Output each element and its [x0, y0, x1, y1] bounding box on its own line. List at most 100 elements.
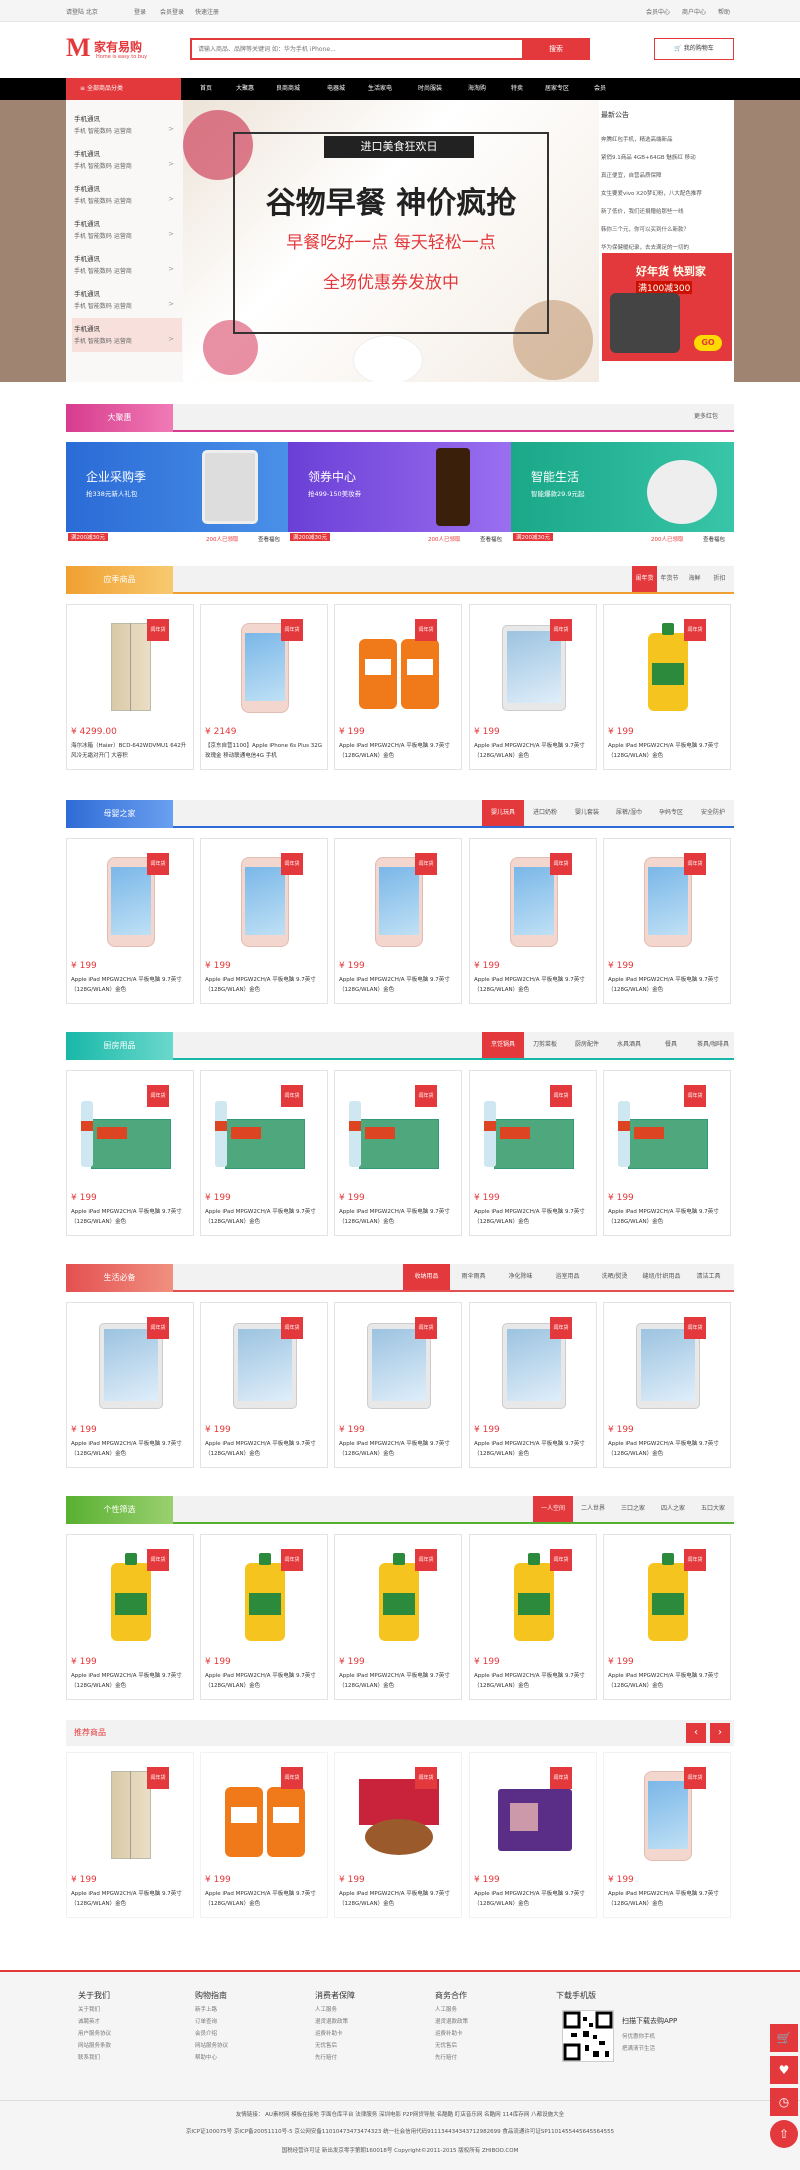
nav-item[interactable]: 海淘购 — [468, 78, 486, 100]
category-item[interactable]: 手机通讯 手机 智能数码 运营商 > — [72, 178, 182, 212]
tab-life-1[interactable]: 雨伞雨具 — [450, 1264, 497, 1290]
nav-item[interactable]: 生活家电 — [368, 78, 392, 100]
footer-link[interactable]: 订单查询 — [195, 2017, 228, 2025]
member-login-link[interactable]: 会员登录 — [160, 7, 184, 16]
tab-personal-1[interactable]: 二人世界 — [573, 1496, 613, 1522]
ad-go-button[interactable]: GO — [694, 335, 722, 351]
product-name[interactable]: Apple iPad MPGW2CH/A 平板电脑 9.7英寸（128G/WLA… — [205, 1207, 325, 1229]
nav-item[interactable]: 良商商城 — [276, 78, 300, 100]
product-name[interactable]: Apple iPad MPGW2CH/A 平板电脑 9.7英寸（128G/WLA… — [474, 1889, 594, 1911]
tab-kitchen-5[interactable]: 茶具/咖啡具 — [692, 1032, 734, 1058]
product-card[interactable]: 闺年货 ¥ 199 Apple iPad MPGW2CH/A 平板电脑 9.7英寸（… — [200, 838, 328, 1004]
footer-link[interactable]: 退货退款政策 — [315, 2017, 355, 2025]
product-name[interactable]: Apple iPad MPGW2CH/A 平板电脑 9.7英寸（128G/WLA… — [71, 975, 191, 997]
product-card[interactable]: 闺年货 ¥ 199 Apple iPad MPGW2CH/A 平板电脑 9.7英寸（… — [469, 604, 597, 770]
footer-link[interactable]: 关于我们 — [78, 2005, 111, 2013]
product-name[interactable]: Apple iPad MPGW2CH/A 平板电脑 9.7英寸（128G/WLA… — [71, 1671, 191, 1693]
footer-link[interactable]: 先行赔付 — [435, 2053, 468, 2061]
product-card[interactable]: 闺年货 ¥ 199 Apple iPad MPGW2CH/A 平板电脑 9.7英寸（… — [603, 1752, 731, 1918]
news-item[interactable]: 奔腾红包手机，精选高端新品 — [601, 135, 731, 143]
tab-season-0[interactable]: 闺年货 — [632, 566, 657, 592]
product-name[interactable]: 【京东自营1100】Apple iPhone 6s Plus 32G 玫瑰金 移… — [205, 741, 325, 763]
tab-personal-0[interactable]: 一人空间 — [533, 1496, 573, 1522]
footer-link[interactable]: 会员介绍 — [195, 2029, 228, 2037]
product-name[interactable]: Apple iPad MPGW2CH/A 平板电脑 9.7英寸（128G/WLA… — [205, 975, 325, 997]
product-card[interactable]: 闺年货 ¥ 199 Apple iPad MPGW2CH/A 平板电脑 9.7英寸（… — [334, 1070, 462, 1236]
tab-life-6[interactable]: 清洁工具 — [685, 1264, 732, 1290]
product-card[interactable]: 闺年货 ¥ 199 Apple iPad MPGW2CH/A 平板电脑 9.7英寸（… — [469, 1534, 597, 1700]
footer-link[interactable]: 先行赔付 — [315, 2053, 355, 2061]
tab-season-2[interactable]: 海鲜 — [682, 566, 707, 592]
product-name[interactable]: Apple iPad MPGW2CH/A 平板电脑 9.7英寸（128G/WLA… — [474, 1671, 594, 1693]
footer-link[interactable]: 人工服务 — [435, 2005, 468, 2013]
product-card[interactable]: 闺年货 ¥ 199 Apple iPad MPGW2CH/A 平板电脑 9.7英寸（… — [603, 1070, 731, 1236]
location-welcome[interactable]: 请登陆 北京 — [66, 7, 98, 16]
product-card[interactable]: 闺年货 ¥ 199 Apple iPad MPGW2CH/A 平板电脑 9.7英寸（… — [200, 1302, 328, 1468]
news-item[interactable]: 韩你三个元，你可以买到什么新款？ — [601, 225, 731, 233]
product-card[interactable]: 闺年货 ¥ 199 Apple iPad MPGW2CH/A 平板电脑 9.7英寸（… — [66, 1752, 194, 1918]
product-name[interactable]: Apple iPad MPGW2CH/A 平板电脑 9.7英寸（128G/WLA… — [608, 1207, 728, 1229]
tab-baby-0[interactable]: 婴儿玩具 — [482, 800, 524, 826]
product-name[interactable]: Apple iPad MPGW2CH/A 平板电脑 9.7英寸（128G/WLA… — [339, 1889, 459, 1911]
footer-link[interactable]: 人工服务 — [315, 2005, 355, 2013]
logo-icon[interactable]: M — [66, 35, 92, 61]
tab-baby-5[interactable]: 安全防护 — [692, 800, 734, 826]
news-item[interactable]: 华为保健暖纪录，去去满足的一切的 — [601, 243, 731, 251]
product-name[interactable]: Apple iPad MPGW2CH/A 平板电脑 9.7英寸（128G/WLA… — [608, 975, 728, 997]
product-card[interactable]: 闺年货 ¥ 199 Apple iPad MPGW2CH/A 平板电脑 9.7英寸（… — [469, 1752, 597, 1918]
product-name[interactable]: Apple iPad MPGW2CH/A 平板电脑 9.7英寸（128G/WLA… — [205, 1671, 325, 1693]
tab-personal-4[interactable]: 五口大家 — [693, 1496, 733, 1522]
footer-link[interactable]: 诚聘英才 — [78, 2017, 111, 2025]
nav-item[interactable]: 首页 — [200, 78, 212, 100]
footer-link[interactable]: 无忧售后 — [435, 2041, 468, 2049]
tab-baby-1[interactable]: 进口奶粉 — [524, 800, 566, 826]
news-item[interactable]: 真正便宜，自营品质保障 — [601, 171, 731, 179]
view-coupon-link[interactable]: 查看福包 — [703, 535, 725, 543]
login-link[interactable]: 登录 — [134, 7, 146, 16]
nav-item[interactable]: 会员 — [594, 78, 606, 100]
footer-link[interactable]: 运费补助卡 — [435, 2029, 468, 2037]
product-card[interactable]: 闺年货 ¥ 199 Apple iPad MPGW2CH/A 平板电脑 9.7英寸（… — [334, 838, 462, 1004]
cart-button[interactable]: 🛒 我的购物车 — [654, 38, 734, 60]
next-arrow-icon[interactable]: › — [710, 1723, 730, 1743]
product-card[interactable]: 闺年货 ¥ 199 Apple iPad MPGW2CH/A 平板电脑 9.7英寸（… — [334, 1534, 462, 1700]
category-item[interactable]: 手机通讯 手机 智能数码 运营商 > — [72, 143, 182, 177]
product-card[interactable]: 闺年货 ¥ 4299.00 海尔冰箱（Haier）BCD-642WDVMU1 642… — [66, 604, 194, 770]
more-coupons-link[interactable]: 更多红包 — [684, 404, 728, 430]
search-input[interactable] — [192, 40, 512, 58]
footer-link[interactable]: 运费补助卡 — [315, 2029, 355, 2037]
product-name[interactable]: Apple iPad MPGW2CH/A 平板电脑 9.7英寸（128G/WLA… — [608, 1889, 728, 1911]
help-link[interactable]: 帮助 — [718, 7, 730, 16]
footer-link[interactable]: 帮助中心 — [195, 2053, 228, 2061]
product-card[interactable]: 闺年货 ¥ 199 Apple iPad MPGW2CH/A 平板电脑 9.7英寸（… — [469, 1302, 597, 1468]
hero-banner[interactable]: 进口美食狂欢日 谷物早餐 神价疯抢 早餐吃好一点 每天轻松一点 全场优惠券发放中 — [183, 100, 599, 382]
view-coupon-link[interactable]: 查看福包 — [258, 535, 280, 543]
product-card[interactable]: 闺年货 ¥ 199 Apple iPad MPGW2CH/A 平板电脑 9.7英寸（… — [603, 1534, 731, 1700]
footer-link[interactable]: 无忧售后 — [315, 2041, 355, 2049]
search-button[interactable]: 搜索 — [522, 38, 590, 60]
product-card[interactable]: 闺年货 ¥ 199 Apple iPad MPGW2CH/A 平板电脑 9.7英寸（… — [200, 1070, 328, 1236]
product-card[interactable]: 闺年货 ¥ 199 Apple iPad MPGW2CH/A 平板电脑 9.7英寸（… — [66, 838, 194, 1004]
side-cart-icon[interactable]: 🛒 — [770, 2024, 798, 2052]
promo-card[interactable]: 企业采购季 抢338元新人礼包 — [66, 442, 288, 532]
member-center-link[interactable]: 会员中心 — [646, 7, 670, 16]
product-name[interactable]: Apple iPad MPGW2CH/A 平板电脑 9.7英寸（128G/WLA… — [339, 1439, 459, 1461]
category-item[interactable]: 手机通讯 手机 智能数码 运营商 > — [72, 283, 182, 317]
nav-item[interactable]: 时尚服装 — [418, 78, 442, 100]
category-item[interactable]: 手机通讯 手机 智能数码 运营商 > — [72, 248, 182, 282]
footer-link[interactable]: 联系我们 — [78, 2053, 111, 2061]
footer-link[interactable]: 用户服务协议 — [78, 2029, 111, 2037]
product-name[interactable]: Apple iPad MPGW2CH/A 平板电脑 9.7英寸（128G/WLA… — [474, 1207, 594, 1229]
product-card[interactable]: 闺年货 ¥ 199 Apple iPad MPGW2CH/A 平板电脑 9.7英寸（… — [200, 1752, 328, 1918]
product-name[interactable]: Apple iPad MPGW2CH/A 平板电脑 9.7英寸（128G/WLA… — [608, 1439, 728, 1461]
tab-kitchen-0[interactable]: 烹饪锅具 — [482, 1032, 524, 1058]
product-name[interactable]: Apple iPad MPGW2CH/A 平板电脑 9.7英寸（128G/WLA… — [339, 975, 459, 997]
nav-item[interactable]: 特卖 — [511, 78, 523, 100]
footer-link[interactable]: 网站服务协议 — [195, 2041, 228, 2049]
news-ad-banner[interactable]: 好年货 快到家 满100减300 GO — [602, 253, 732, 361]
product-card[interactable]: 闺年货 ¥ 199 Apple iPad MPGW2CH/A 平板电脑 9.7英寸（… — [334, 1302, 462, 1468]
all-categories-button[interactable]: ≡ 全部商品分类 — [66, 78, 181, 100]
product-name[interactable]: Apple iPad MPGW2CH/A 平板电脑 9.7英寸（128G/WLA… — [339, 1671, 459, 1693]
product-name[interactable]: Apple iPad MPGW2CH/A 平板电脑 9.7英寸（128G/WLA… — [339, 1207, 459, 1229]
product-name[interactable]: Apple iPad MPGW2CH/A 平板电脑 9.7英寸（128G/WLA… — [474, 975, 594, 997]
